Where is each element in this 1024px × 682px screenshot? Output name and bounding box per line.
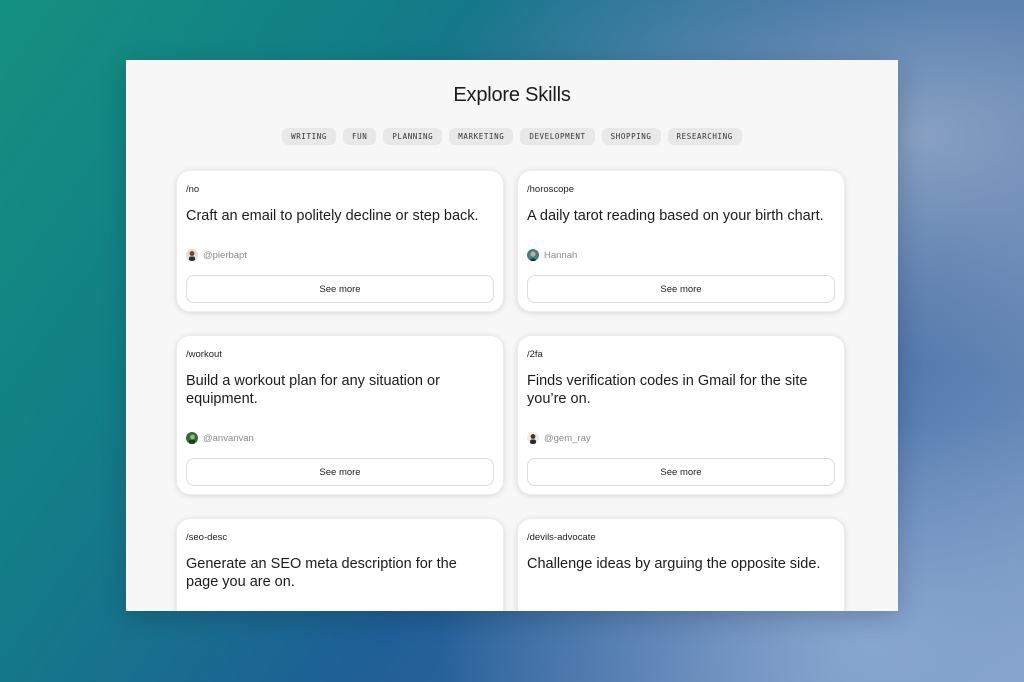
skill-command: /devils-advocate (527, 532, 596, 543)
avatar (186, 432, 198, 444)
author-name: @gem_ray (544, 432, 591, 444)
skill-description: Challenge ideas by arguing the opposite … (527, 556, 821, 572)
skill-description: A daily tarot reading based on your birt… (527, 208, 824, 224)
tag-fun[interactable]: FUN (342, 128, 377, 145)
skill-description: Finds verification codes in Gmail for th… (527, 373, 808, 407)
see-more-button[interactable]: See more (527, 458, 835, 486)
author-name: @pierbapt (203, 249, 247, 261)
skill-author: @anvanvan (186, 432, 254, 444)
tag-shopping[interactable]: SHOPPING (601, 128, 661, 145)
skill-card-devils-advocate: /devils-advocate Challenge ideas by argu… (517, 518, 845, 611)
skill-description: Build a workout plan for any situation o… (186, 373, 440, 407)
skill-card-horoscope: /horoscope A daily tarot reading based o… (517, 170, 845, 312)
skill-command: /horoscope (527, 184, 575, 195)
skill-command: /workout (186, 349, 222, 360)
skill-command: /no (186, 184, 200, 195)
page-title: Explore Skills (453, 84, 571, 106)
tag-development[interactable]: DEVELOPMENT (520, 128, 595, 145)
skill-command: /seo-desc (186, 532, 228, 543)
tag-marketing[interactable]: MARKETING (449, 128, 514, 145)
skill-card-2fa: /2fa Finds verification codes in Gmail f… (517, 335, 845, 495)
avatar (186, 249, 198, 261)
skill-description: Generate an SEO meta description for the… (186, 556, 457, 590)
tag-researching[interactable]: RESEARCHING (667, 128, 742, 145)
see-more-button[interactable]: See more (527, 275, 835, 303)
skill-card-seo-desc: /seo-desc Generate an SEO meta descripti… (176, 518, 504, 611)
skill-author: @gem_ray (527, 432, 591, 444)
skill-author: @pierbapt (186, 249, 247, 261)
skill-card-no: /no Craft an email to politely decline o… (176, 170, 504, 312)
category-tags: WRITING FUN PLANNING MARKETING DEVELOPME… (126, 128, 898, 145)
skill-card-workout: /workout Build a workout plan for any si… (176, 335, 504, 495)
tag-writing[interactable]: WRITING (282, 128, 336, 145)
skill-author: Hannah (527, 249, 577, 261)
skill-command: /2fa (527, 349, 543, 360)
explore-skills-window: Explore Skills WRITING FUN PLANNING MARK… (126, 60, 898, 611)
see-more-button[interactable]: See more (186, 275, 494, 303)
tag-planning[interactable]: PLANNING (383, 128, 443, 145)
see-more-button[interactable]: See more (186, 458, 494, 486)
avatar (527, 249, 539, 261)
skill-description: Craft an email to politely decline or st… (186, 208, 479, 224)
author-name: Hannah (544, 249, 578, 261)
author-name: @anvanvan (203, 432, 254, 444)
avatar (527, 432, 539, 444)
